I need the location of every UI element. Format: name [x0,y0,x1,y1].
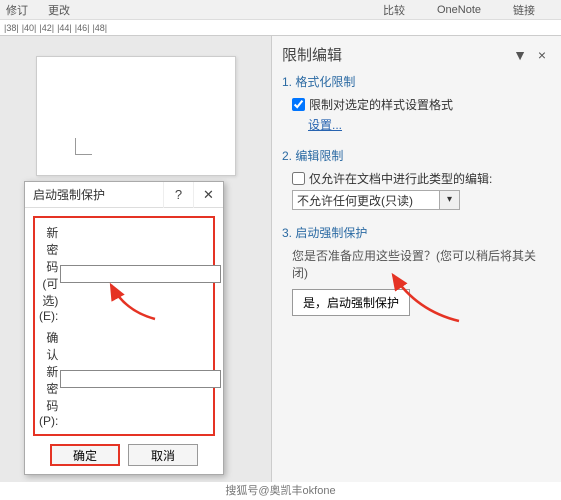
panel-options-icon[interactable]: ▼ [511,47,529,63]
dialog-title: 启动强制保护 [33,186,105,203]
checkbox-label: 仅允许在文档中进行此类型的编辑: [309,170,492,187]
highlight-box: 新密码(可选)(E): 确认新密码(P): [33,216,215,436]
editing-type-select[interactable]: 不允许任何更改(只读) [292,190,440,210]
yes-start-enforcing-button[interactable]: 是，启动强制保护 [292,289,410,316]
confirm-password-input[interactable] [60,370,221,388]
confirm-password-label: 确认新密码(P): [39,329,60,428]
ribbon-label: 链接 [513,2,535,18]
panel-title: 限制编辑 [282,44,342,65]
ok-button[interactable]: 确定 [50,444,120,466]
start-enforcement-section: 3. 启动强制保护 您是否准备应用这些设置？(您可以稍后将其关闭) 是，启动强制… [282,224,551,316]
select-value: 不允许任何更改(只读) [297,192,413,209]
ribbon-label: 修订 [6,2,28,18]
watermark-footer: 搜狐号@奥凯丰okfone [0,482,561,500]
restrict-editing-panel: 限制编辑 ▼ × 1. 格式化限制 限制对选定的样式设置格式 设置... 2. … [271,36,561,482]
close-icon[interactable]: ✕ [193,182,223,208]
section-heading: 2. 编辑限制 [282,147,551,164]
new-password-label: 新密码(可选)(E): [39,224,60,323]
ribbon-label: 比较 [383,2,405,18]
help-button[interactable]: ? [163,182,193,208]
checkbox-label: 限制对选定的样式设置格式 [309,96,453,113]
format-restrict-checkbox[interactable] [292,98,305,111]
chevron-down-icon[interactable]: ▾ [440,190,460,210]
editing-restrictions-section: 2. 编辑限制 仅允许在文档中进行此类型的编辑: 不允许任何更改(只读) ▾ [282,147,551,210]
editing-restrict-checkbox[interactable] [292,172,305,185]
section-heading: 1. 格式化限制 [282,73,551,90]
ribbon-label: OneNote [437,4,481,16]
page [36,56,236,176]
section-heading: 3. 启动强制保护 [282,224,551,241]
horizontal-ruler: |38| |40| |42| |44| |46| |48| [0,20,561,36]
cancel-button[interactable]: 取消 [128,444,198,466]
section-description: 您是否准备应用这些设置？(您可以稍后将其关闭) [292,247,551,281]
word-ribbon-fragment: 修订 更改 比较 OneNote 链接 [0,0,561,20]
editing-restrict-checkbox-row[interactable]: 仅允许在文档中进行此类型的编辑: [292,170,551,187]
format-restrictions-section: 1. 格式化限制 限制对选定的样式设置格式 设置... [282,73,551,133]
ribbon-label: 更改 [48,2,70,18]
dialog-titlebar: 启动强制保护 ? ✕ [25,182,223,208]
close-icon[interactable]: × [533,47,551,63]
enforce-protection-dialog: 启动强制保护 ? ✕ 新密码(可选)(E): 确认新密码(P): [24,181,224,475]
new-password-input[interactable] [60,265,221,283]
document-canvas[interactable]: 启动强制保护 ? ✕ 新密码(可选)(E): 确认新密码(P): [0,36,271,482]
format-restrict-checkbox-row[interactable]: 限制对选定的样式设置格式 [292,96,551,113]
settings-link[interactable]: 设置... [308,116,551,133]
